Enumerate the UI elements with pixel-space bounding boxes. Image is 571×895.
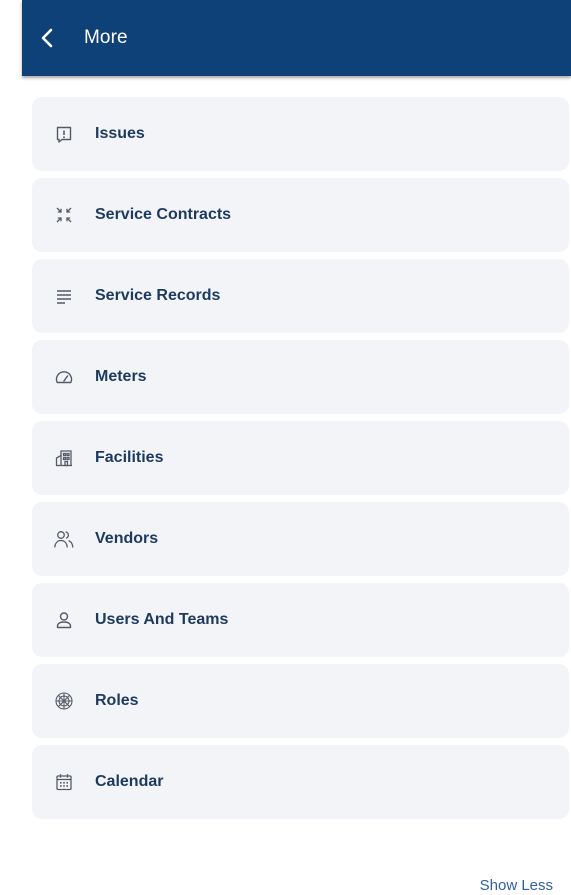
- menu-item-label: Issues: [95, 125, 145, 142]
- menu-item-label: Service Contracts: [95, 206, 232, 223]
- calendar-icon: [52, 770, 76, 794]
- building-icon: [52, 446, 76, 470]
- menu-item-service-contracts[interactable]: Service Contracts: [32, 178, 569, 252]
- menu-item-label: Roles: [95, 692, 139, 709]
- menu-item-users-and-teams[interactable]: Users And Teams: [32, 583, 569, 657]
- back-button[interactable]: [28, 18, 68, 58]
- users-group-icon: [52, 527, 76, 551]
- show-less-link[interactable]: Show Less: [480, 877, 553, 894]
- menu-item-meters[interactable]: Meters: [32, 340, 569, 414]
- menu-item-label: Meters: [95, 368, 147, 385]
- menu-item-label: Calendar: [95, 773, 164, 790]
- menu-list: Issues Service Contracts Service Records…: [32, 97, 569, 826]
- menu-item-roles[interactable]: Roles: [32, 664, 569, 738]
- menu-item-label: Service Records: [95, 287, 221, 304]
- page-title: More: [84, 27, 128, 48]
- menu-item-label: Facilities: [95, 449, 164, 466]
- gauge-icon: [52, 365, 76, 389]
- roles-icon: [52, 689, 76, 713]
- menu-item-facilities[interactable]: Facilities: [32, 421, 569, 495]
- menu-item-calendar[interactable]: Calendar: [32, 745, 569, 819]
- issue-icon: [52, 122, 76, 146]
- menu-item-issues[interactable]: Issues: [32, 97, 569, 171]
- menu-item-service-records[interactable]: Service Records: [32, 259, 569, 333]
- menu-item-label: Users And Teams: [95, 611, 229, 628]
- top-app-bar: More: [22, 0, 571, 76]
- collapse-arrows-icon: [52, 203, 76, 227]
- chevron-left-icon: [41, 28, 53, 48]
- menu-item-vendors[interactable]: Vendors: [32, 502, 569, 576]
- lines-icon: [52, 284, 76, 308]
- menu-item-label: Vendors: [95, 530, 159, 547]
- user-icon: [52, 608, 76, 632]
